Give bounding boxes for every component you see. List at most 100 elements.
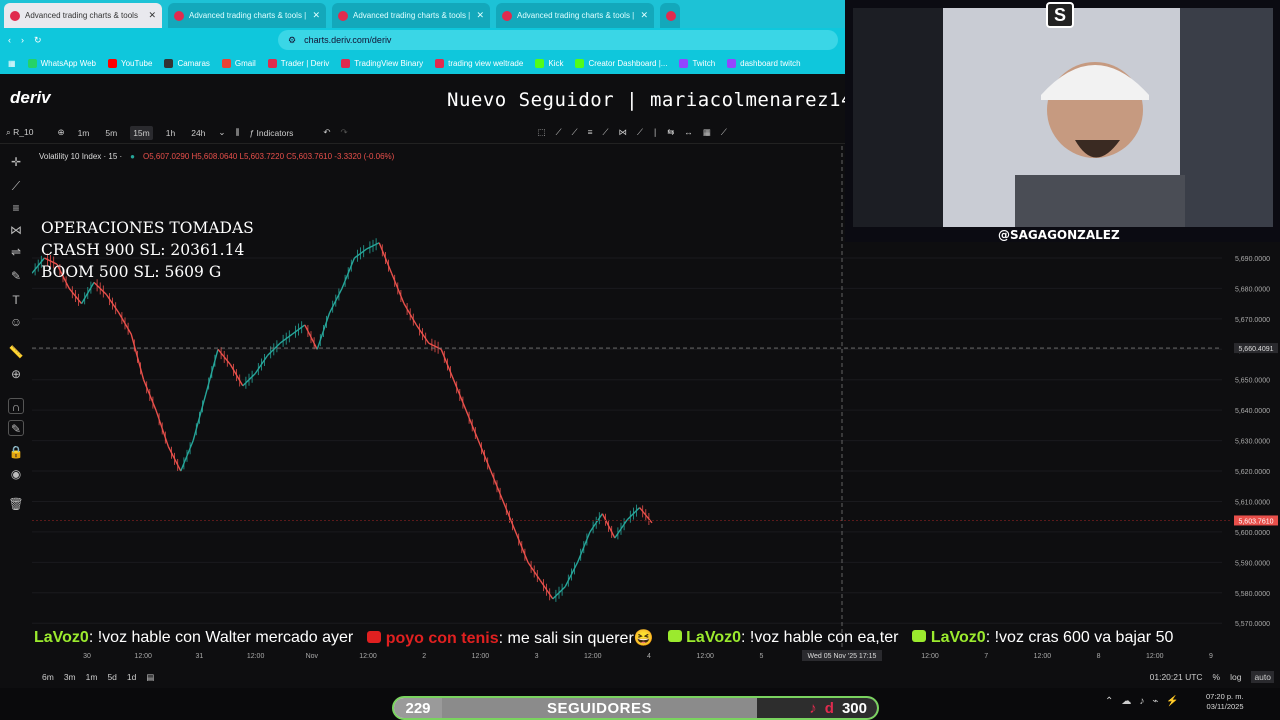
- time-tick-label: 12:00: [696, 653, 714, 660]
- magnet-icon[interactable]: ∩: [8, 398, 24, 414]
- goal-count: 229: [394, 698, 442, 718]
- browser-tab[interactable]: Advanced trading charts & tools ✕: [4, 3, 162, 28]
- ruler-icon[interactable]: 📏: [8, 344, 24, 360]
- browser-tab[interactable]: [660, 3, 680, 28]
- timeframe-1m[interactable]: 1m: [75, 126, 93, 140]
- close-icon[interactable]: ✕: [640, 10, 648, 21]
- bookmark-label: Trader | Deriv: [280, 58, 330, 68]
- timeframe-5m[interactable]: 5m: [102, 126, 120, 140]
- tray-icons[interactable]: ⌃☁♪⌁⚡: [1105, 696, 1187, 707]
- deriv-logo[interactable]: deriv: [10, 88, 51, 108]
- range-3m[interactable]: 3m: [64, 672, 76, 682]
- range-5d[interactable]: 5d: [107, 672, 116, 682]
- undo-icon[interactable]: ↶: [323, 127, 330, 138]
- site-info-icon[interactable]: ⚙: [288, 35, 296, 46]
- bookmark[interactable]: TradingView Binary: [341, 58, 423, 68]
- bookmark[interactable]: WhatsApp Web: [27, 58, 96, 68]
- search-icon[interactable]: ⌕ R_10: [6, 127, 33, 138]
- bookmark-label: WhatsApp Web: [40, 58, 96, 68]
- close-icon[interactable]: ✕: [476, 10, 484, 21]
- trendline-icon[interactable]: ⟋: [8, 178, 24, 194]
- bookmarks-bar: ▦ WhatsApp Web YouTube Camaras Gmail Tra…: [0, 52, 845, 74]
- bookmark[interactable]: Creator Dashboard |...: [575, 58, 667, 68]
- browser-tab[interactable]: Advanced trading charts & tools | ✕: [496, 3, 654, 28]
- tab-label: Advanced trading charts & tools |: [189, 11, 307, 20]
- price-tick-label: 5,580.0000: [1235, 591, 1270, 598]
- reload-icon[interactable]: ↻: [34, 35, 42, 46]
- chat-message: : !voz hable con ea,ter: [740, 629, 899, 646]
- browser-tab[interactable]: Advanced trading charts & tools | ✕: [168, 3, 326, 28]
- fib-icon[interactable]: ≡: [8, 200, 24, 216]
- live-dot-icon: ●: [130, 152, 135, 161]
- log-toggle[interactable]: log: [1230, 672, 1241, 682]
- calendar-icon[interactable]: ▤: [146, 672, 154, 683]
- kick-icon: [667, 630, 682, 642]
- youtube-icon: [367, 631, 382, 643]
- redo-icon[interactable]: ↷: [341, 127, 348, 138]
- time-tick-label: 12:00: [1146, 653, 1164, 660]
- price-tick-label: 5,670.0000: [1235, 317, 1270, 324]
- bookmark[interactable]: trading view weltrade: [435, 58, 523, 68]
- timeframe-1h[interactable]: 1h: [163, 126, 178, 140]
- overlay-line: OPERACIONES TOMADAS: [41, 219, 254, 237]
- chart-toolbar: ⌕ R_10 ⊕ 1m 5m 15m 1h 24h ⌄ ⫼ ƒ Indicato…: [0, 122, 845, 144]
- timeframe-24h[interactable]: 24h: [188, 126, 208, 140]
- bookmark-label: YouTube: [121, 58, 153, 68]
- whatsapp-icon: [27, 58, 37, 68]
- text-icon[interactable]: T: [8, 292, 24, 308]
- projection-icon[interactable]: ⇌: [8, 244, 24, 260]
- browser-tab[interactable]: Advanced trading charts & tools | ✕: [332, 3, 490, 28]
- apps-icon[interactable]: ▦: [8, 59, 16, 68]
- bookmark[interactable]: dashboard twitch: [727, 58, 801, 68]
- chat-message: : !voz hable con Walter mercado ayer: [88, 629, 354, 646]
- time-tick-label: 8: [1097, 653, 1101, 660]
- ticker-item: LaVoz0: !voz hable con Walter mercado ay…: [34, 629, 353, 647]
- time-tick-label: 12:00: [472, 653, 490, 660]
- browser-tab-bar: Advanced trading charts & tools ✕ Advance…: [0, 0, 845, 28]
- eye-icon[interactable]: ◉: [8, 466, 24, 482]
- deriv-favicon-icon: [666, 10, 676, 21]
- close-icon[interactable]: ✕: [148, 10, 156, 21]
- bookmark[interactable]: Twitch: [679, 58, 715, 68]
- system-clock[interactable]: 07:20 p. m. 03/11/2025: [1206, 692, 1244, 712]
- deriv-icon: d: [824, 699, 834, 717]
- zoom-icon[interactable]: ⊕: [8, 366, 24, 382]
- range-1m[interactable]: 1m: [86, 672, 98, 682]
- lock-icon[interactable]: 🔒: [8, 444, 24, 460]
- indicators-button[interactable]: ƒ Indicators: [249, 128, 293, 138]
- emoji-icon[interactable]: ☺: [8, 314, 24, 330]
- deriv-favicon-icon: [10, 10, 20, 21]
- close-icon[interactable]: ✕: [312, 10, 320, 21]
- utc-time[interactable]: 01:20:21 UTC: [1150, 672, 1203, 682]
- bookmark[interactable]: Gmail: [221, 58, 256, 68]
- lock-drawing-icon[interactable]: ✎: [8, 420, 24, 436]
- forward-icon[interactable]: ›: [21, 35, 24, 45]
- range-6m[interactable]: 6m: [42, 672, 54, 682]
- chevron-down-icon[interactable]: ⌄: [218, 127, 225, 138]
- time-tick-label: 12:00: [1034, 653, 1052, 660]
- time-tick-label: 30: [83, 653, 91, 660]
- chat-ticker: LaVoz0: !voz hable con Walter mercado ay…: [0, 626, 1280, 650]
- add-symbol-icon[interactable]: ⊕: [57, 127, 64, 138]
- bookmark[interactable]: Trader | Deriv: [267, 58, 330, 68]
- drawing-tools-icon[interactable]: ⬚⟋⟋≡⟋⋈⟋∣⇆↔▦⟋: [538, 127, 737, 138]
- range-1d[interactable]: 1d: [127, 672, 136, 682]
- price-tick-label: 5,630.0000: [1235, 439, 1270, 446]
- streamer-image: [845, 8, 1280, 242]
- time-tick-label: 3: [535, 653, 539, 660]
- auto-toggle[interactable]: auto: [1251, 671, 1274, 683]
- pattern-icon[interactable]: ⋈: [8, 222, 24, 238]
- percent-toggle[interactable]: %: [1213, 672, 1221, 682]
- crosshair-icon[interactable]: ✛: [8, 154, 24, 170]
- timeframe-15m[interactable]: 15m: [130, 125, 153, 140]
- bookmark[interactable]: Camaras: [164, 58, 210, 68]
- candle-type-icon[interactable]: ⫼: [236, 127, 240, 138]
- back-icon[interactable]: ‹: [8, 35, 11, 45]
- symbol-name: Volatility 10 Index · 15 ·: [39, 152, 123, 161]
- brush-icon[interactable]: ✎: [8, 268, 24, 284]
- bookmark[interactable]: Kick: [535, 58, 563, 68]
- trash-icon[interactable]: 🗑: [8, 496, 24, 512]
- time-tick-label: 12:00: [134, 653, 152, 660]
- bookmark[interactable]: YouTube: [108, 58, 153, 68]
- url-field[interactable]: ⚙ charts.deriv.com/deriv: [278, 30, 838, 50]
